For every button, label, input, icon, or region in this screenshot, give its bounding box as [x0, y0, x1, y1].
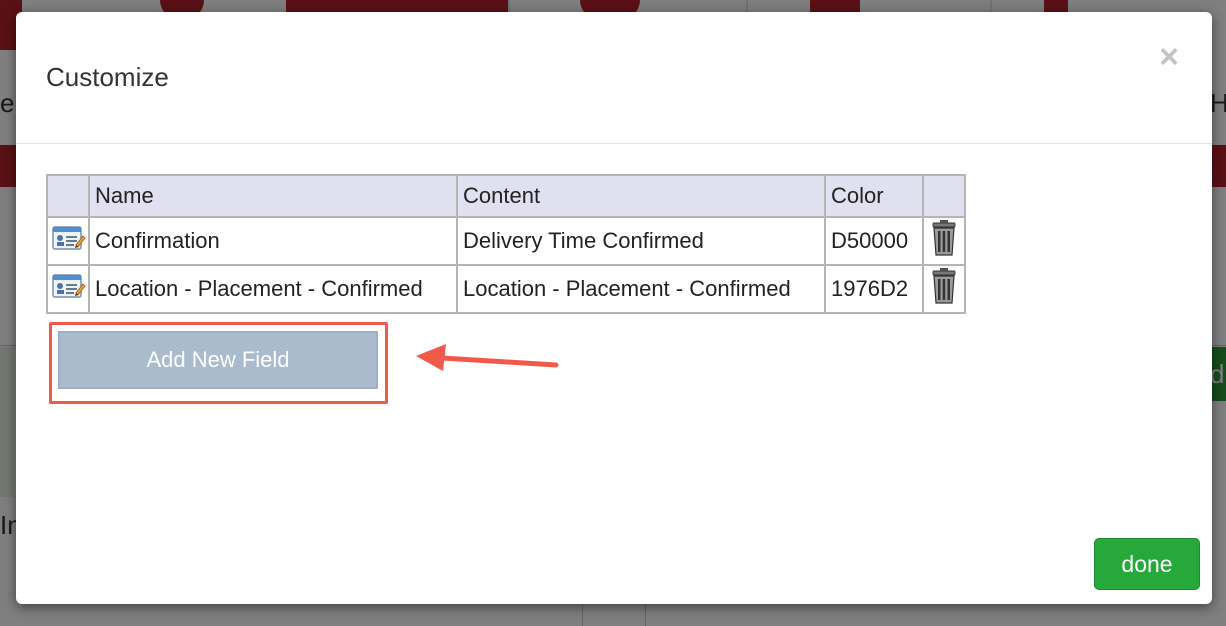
- row-name: Confirmation: [88, 216, 458, 266]
- arrow-annotation: [416, 344, 559, 371]
- modal-header: Customize ×: [16, 12, 1212, 144]
- add-new-field-button[interactable]: Add New Field: [58, 331, 378, 389]
- row-color: D50000: [824, 216, 924, 266]
- row-content: Location - Placement - Confirmed: [456, 264, 826, 314]
- row-name: Location - Placement - Confirmed: [88, 264, 458, 314]
- delete-cell[interactable]: [922, 264, 966, 314]
- table-header-row: Name Content Color: [46, 174, 966, 218]
- column-header-delete: [922, 174, 966, 218]
- row-content: Delivery Time Confirmed: [456, 216, 826, 266]
- column-header-name: Name: [88, 174, 458, 218]
- table-row: Location - Placement - Confirmed Locatio…: [46, 264, 966, 314]
- row-color: 1976D2: [824, 264, 924, 314]
- modal-title: Customize: [46, 62, 169, 92]
- column-header-color: Color: [824, 174, 924, 218]
- edit-cell[interactable]: [46, 216, 90, 266]
- edit-card-icon[interactable]: [50, 223, 86, 259]
- edit-card-icon[interactable]: [50, 271, 86, 307]
- customize-modal: Customize × Name Content Color Confirmat…: [16, 12, 1212, 604]
- fields-table: Name Content Color Confirmation Delivery…: [46, 174, 966, 314]
- delete-cell[interactable]: [922, 216, 966, 266]
- trash-icon[interactable]: [929, 267, 959, 311]
- column-header-content: Content: [456, 174, 826, 218]
- column-header-edit: [46, 174, 90, 218]
- done-button[interactable]: done: [1094, 538, 1200, 590]
- edit-cell[interactable]: [46, 264, 90, 314]
- table-row: Confirmation Delivery Time Confirmed D50…: [46, 216, 966, 266]
- trash-icon[interactable]: [929, 219, 959, 263]
- close-icon[interactable]: ×: [1154, 40, 1184, 74]
